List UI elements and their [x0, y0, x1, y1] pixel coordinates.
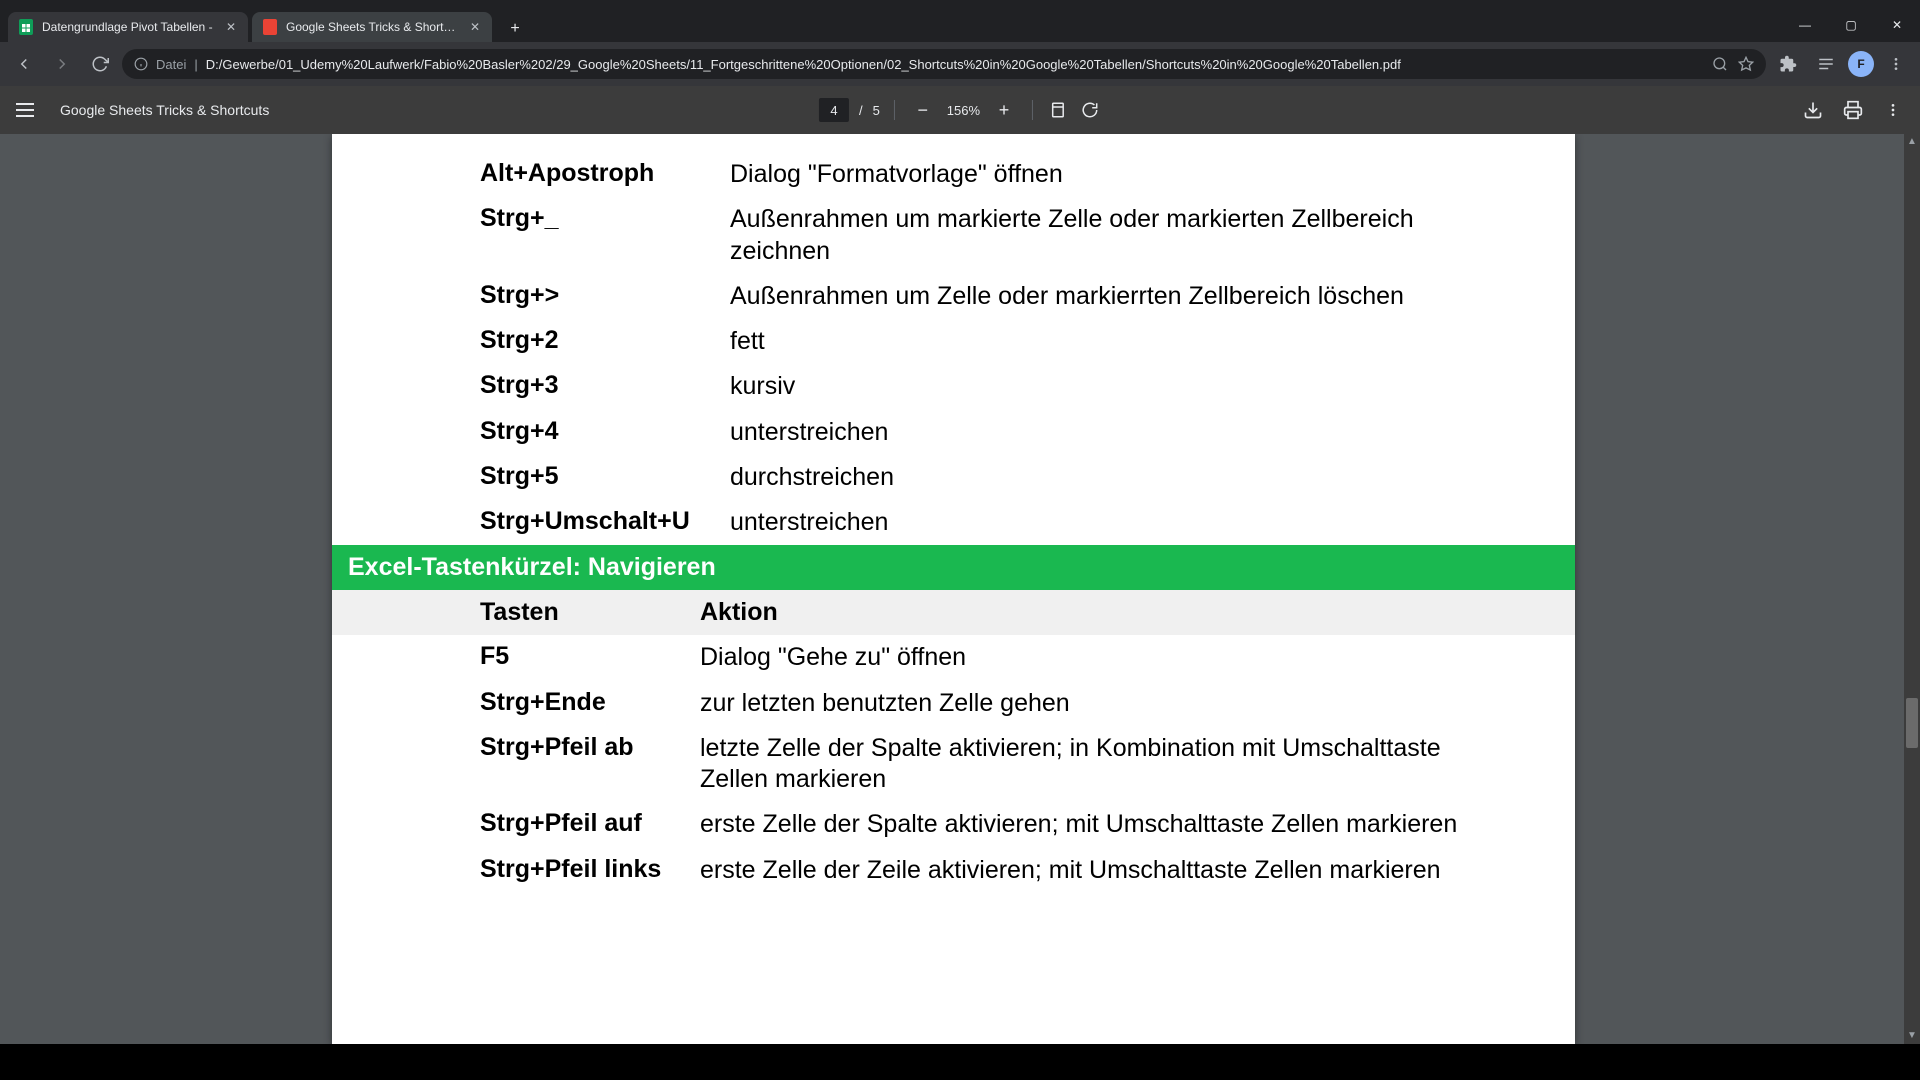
- tab-title: Google Sheets Tricks & Shortcuts: [286, 20, 460, 34]
- tab-title: Datengrundlage Pivot Tabellen -: [42, 20, 216, 34]
- info-icon[interactable]: [134, 57, 148, 71]
- shortcut-description: Außenrahmen um Zelle oder markierrten Ze…: [730, 281, 1404, 312]
- fit-page-icon[interactable]: [1047, 99, 1069, 121]
- column-header-action: Aktion: [700, 598, 778, 627]
- back-button[interactable]: [8, 48, 40, 80]
- profile-avatar[interactable]: F: [1848, 51, 1874, 77]
- table-row: Strg+2fett: [480, 319, 1555, 364]
- shortcut-key: Strg+_: [480, 204, 730, 233]
- scroll-up-icon[interactable]: ▲: [1904, 134, 1920, 150]
- zoom-indicator-icon[interactable]: [1712, 56, 1728, 72]
- shortcut-description: letzte Zelle der Spalte aktivieren; in K…: [700, 733, 1490, 796]
- shortcut-description: erste Zelle der Spalte aktivieren; mit U…: [700, 809, 1457, 840]
- divider: [1032, 100, 1033, 120]
- scroll-down-icon[interactable]: ▼: [1904, 1028, 1920, 1044]
- shortcut-key: Strg+2: [480, 326, 730, 355]
- table-row: Strg+4unterstreichen: [480, 410, 1555, 455]
- download-icon[interactable]: [1802, 99, 1824, 121]
- pdf-viewport: Alt+ApostrophDialog "Formatvorlage" öffn…: [0, 134, 1920, 1044]
- close-icon[interactable]: ✕: [468, 20, 482, 34]
- pdf-icon: [262, 19, 278, 35]
- bottom-bar: [0, 1044, 1920, 1080]
- table-row: Strg+Pfeil abletzte Zelle der Spalte akt…: [480, 726, 1555, 803]
- shortcut-description: zur letzten benutzten Zelle gehen: [700, 688, 1070, 719]
- shortcut-description: erste Zelle der Zeile aktivieren; mit Um…: [700, 855, 1441, 886]
- column-header-keys: Tasten: [480, 598, 700, 627]
- table-row: Strg+3kursiv: [480, 364, 1555, 409]
- shortcut-key: Strg+Umschalt+U: [480, 507, 730, 536]
- table-header-row: Tasten Aktion: [332, 590, 1575, 635]
- shortcut-description: fett: [730, 326, 765, 357]
- shortcut-description: unterstreichen: [730, 417, 888, 448]
- table-row: Alt+ApostrophDialog "Formatvorlage" öffn…: [480, 152, 1555, 197]
- reading-list-icon[interactable]: [1810, 48, 1842, 80]
- toolbar: Datei | D:/Gewerbe/01_Udemy%20Laufwerk/F…: [0, 42, 1920, 86]
- section-header: Excel-Tastenkürzel: Navigieren: [332, 545, 1575, 590]
- zoom-in-button[interactable]: +: [990, 96, 1018, 124]
- address-bar[interactable]: Datei | D:/Gewerbe/01_Udemy%20Laufwerk/F…: [122, 49, 1766, 79]
- shortcut-description: durchstreichen: [730, 462, 894, 493]
- tab-inactive[interactable]: Datengrundlage Pivot Tabellen - ✕: [8, 12, 248, 42]
- scrollbar-thumb[interactable]: [1906, 698, 1918, 748]
- zoom-level: 156%: [947, 103, 980, 118]
- url-text: D:/Gewerbe/01_Udemy%20Laufwerk/Fabio%20B…: [206, 57, 1704, 72]
- new-tab-button[interactable]: +: [502, 16, 528, 42]
- table-row: Strg+Umschalt+Uunterstreichen: [480, 500, 1555, 545]
- shortcut-key: Strg+Pfeil ab: [480, 733, 700, 762]
- tab-active[interactable]: Google Sheets Tricks & Shortcuts ✕: [252, 12, 492, 42]
- table-row: Strg+Pfeil linkserste Zelle der Zeile ak…: [480, 848, 1555, 893]
- browser-menu-icon[interactable]: [1880, 48, 1912, 80]
- shortcut-key: Strg+3: [480, 371, 730, 400]
- bookmark-icon[interactable]: [1738, 56, 1754, 72]
- page-total: 5: [873, 103, 880, 118]
- shortcut-key: Strg+>: [480, 281, 730, 310]
- extensions-icon[interactable]: [1772, 48, 1804, 80]
- table-row: Strg+>Außenrahmen um Zelle oder markierr…: [480, 274, 1555, 319]
- maximize-button[interactable]: ▢: [1828, 8, 1874, 42]
- shortcut-key: Strg+4: [480, 417, 730, 446]
- vertical-scrollbar[interactable]: ▲ ▼: [1904, 134, 1920, 1044]
- pdf-toolbar: Google Sheets Tricks & Shortcuts / 5 − 1…: [0, 86, 1920, 134]
- document-title: Google Sheets Tricks & Shortcuts: [60, 102, 269, 118]
- zoom-out-button[interactable]: −: [909, 96, 937, 124]
- divider: [894, 100, 895, 120]
- shortcut-key: Strg+Pfeil links: [480, 855, 700, 884]
- tab-strip: Datengrundlage Pivot Tabellen - ✕ Google…: [0, 8, 1920, 42]
- shortcut-description: Dialog "Gehe zu" öffnen: [700, 642, 966, 673]
- table-row: F5Dialog "Gehe zu" öffnen: [480, 635, 1555, 680]
- table-row: Strg+5durchstreichen: [480, 455, 1555, 500]
- table-row: Strg+Endezur letzten benutzten Zelle geh…: [480, 681, 1555, 726]
- shortcut-key: Alt+Apostroph: [480, 159, 730, 188]
- shortcut-description: unterstreichen: [730, 507, 888, 538]
- close-window-button[interactable]: ✕: [1874, 8, 1920, 42]
- table-row: Strg+_Außenrahmen um markierte Zelle ode…: [480, 197, 1555, 274]
- page-separator: /: [859, 103, 863, 118]
- sheets-icon: [18, 19, 34, 35]
- table-row: Strg+Pfeil auferste Zelle der Spalte akt…: [480, 802, 1555, 847]
- reload-button[interactable]: [84, 48, 116, 80]
- sidebar-toggle-icon[interactable]: [16, 103, 40, 117]
- close-icon[interactable]: ✕: [224, 20, 238, 34]
- url-scheme: Datei: [156, 57, 186, 72]
- pdf-page: Alt+ApostrophDialog "Formatvorlage" öffn…: [332, 134, 1575, 1044]
- rotate-icon[interactable]: [1079, 99, 1101, 121]
- page-number-input[interactable]: [819, 98, 849, 122]
- more-menu-icon[interactable]: [1882, 99, 1904, 121]
- shortcut-description: Dialog "Formatvorlage" öffnen: [730, 159, 1063, 190]
- print-icon[interactable]: [1842, 99, 1864, 121]
- forward-button[interactable]: [46, 48, 78, 80]
- minimize-button[interactable]: —: [1782, 8, 1828, 42]
- shortcut-key: F5: [480, 642, 700, 671]
- shortcut-key: Strg+Ende: [480, 688, 700, 717]
- shortcut-description: kursiv: [730, 371, 795, 402]
- shortcut-key: Strg+Pfeil auf: [480, 809, 700, 838]
- shortcut-description: Außenrahmen um markierte Zelle oder mark…: [730, 204, 1520, 267]
- shortcut-key: Strg+5: [480, 462, 730, 491]
